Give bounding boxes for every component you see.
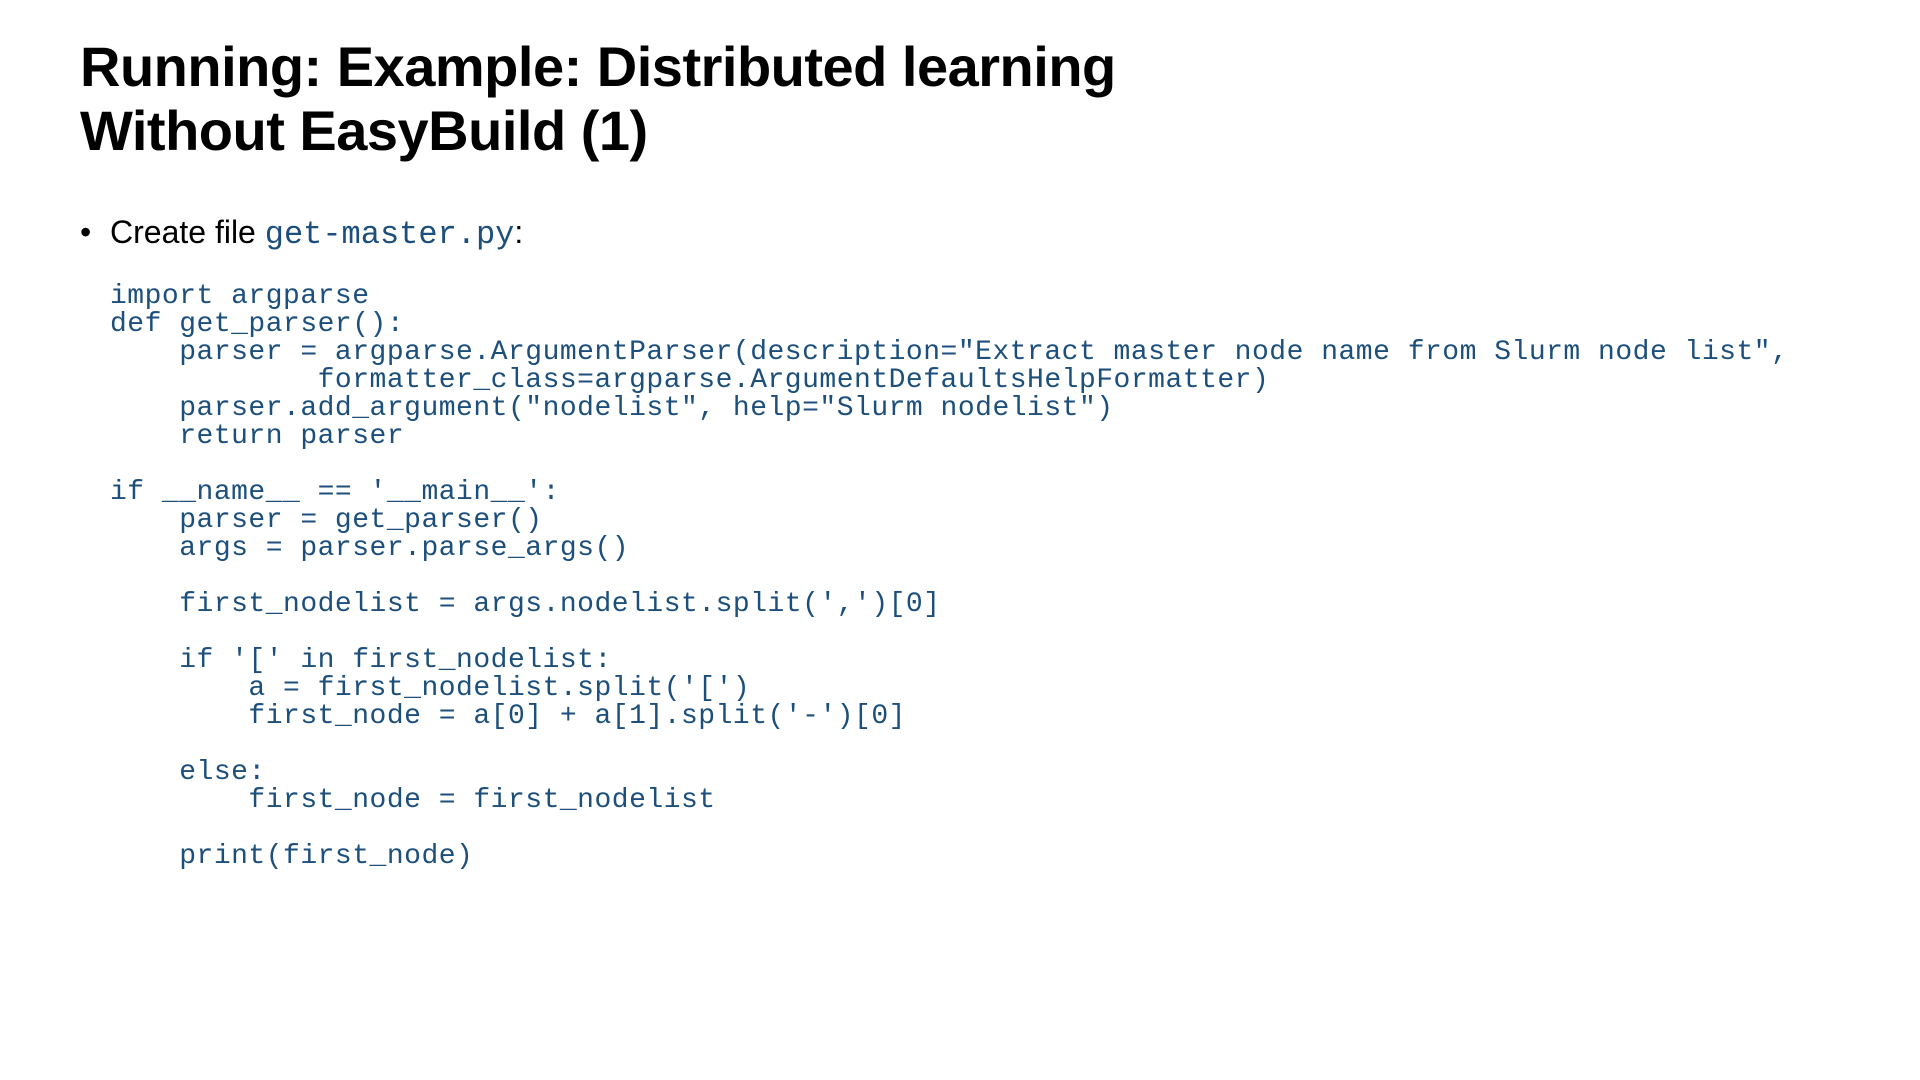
bullet-text-prefix: Create file [110,214,265,250]
title-line-2: Without EasyBuild (1) [80,99,648,162]
bullet-text-suffix: : [514,214,523,250]
slide-title: Running: Example: Distributed learning W… [80,35,1840,164]
bullet-item: Create file get-master.py: [80,214,1840,253]
code-block: import argparse def get_parser(): parser… [80,283,1840,871]
title-line-1: Running: Example: Distributed learning [80,35,1116,98]
filename-text: get-master.py [265,216,515,253]
